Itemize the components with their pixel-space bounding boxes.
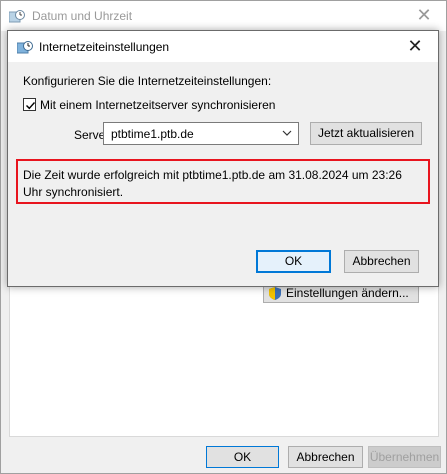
intro-text: Konfigurieren Sie die Internetzeiteinste… [23, 74, 272, 88]
sync-checkbox[interactable] [23, 98, 36, 111]
parent-window-title: Datum und Uhrzeit [32, 9, 133, 23]
server-dropdown-value: ptbtime1.ptb.de [111, 127, 194, 141]
dialog-close-icon[interactable]: ✕ [392, 31, 438, 62]
parent-content-panel [9, 287, 439, 437]
uac-shield-icon [269, 287, 281, 300]
server-dropdown[interactable]: ptbtime1.ptb.de [103, 122, 299, 145]
parent-titlebar[interactable]: Datum und Uhrzeit ✕ [1, 1, 446, 31]
parent-close-icon[interactable]: ✕ [402, 1, 446, 31]
parent-ok-button[interactable]: OK [206, 446, 279, 468]
clock-calendar-icon [17, 41, 33, 54]
sync-status-message: Die Zeit wurde erfolgreich mit ptbtime1.… [16, 159, 430, 204]
chevron-down-icon[interactable] [282, 129, 292, 137]
checkmark-icon [26, 102, 36, 110]
sync-checkbox-label[interactable]: Mit einem Internetzeitserver synchronisi… [40, 98, 275, 112]
dialog-ok-button[interactable]: OK [256, 250, 331, 273]
update-now-button[interactable]: Jetzt aktualisieren [310, 122, 422, 145]
dialog-titlebar[interactable]: Internetzeiteinstellungen ✕ [8, 31, 438, 62]
parent-cancel-button[interactable]: Abbrechen [288, 446, 363, 468]
parent-apply-button[interactable]: Übernehmen [368, 446, 441, 468]
dialog-title: Internetzeiteinstellungen [39, 40, 170, 54]
dialog-cancel-button[interactable]: Abbrechen [344, 250, 419, 273]
clock-calendar-icon [9, 10, 25, 23]
internet-time-dialog: Internetzeiteinstellungen ✕ Konfiguriere… [7, 30, 439, 287]
change-settings-label: Einstellungen ändern... [286, 286, 409, 300]
